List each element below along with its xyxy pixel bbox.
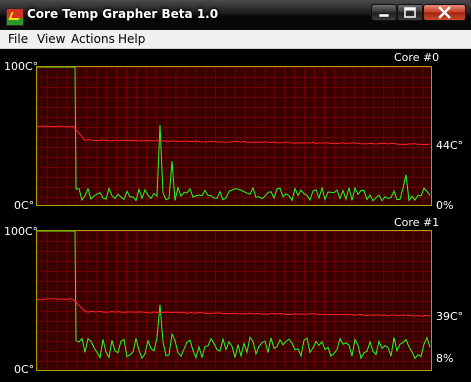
minimize-icon xyxy=(378,13,390,18)
core-1-temp-label: 39C° xyxy=(436,310,464,323)
load-series-line xyxy=(37,67,431,202)
title-bar[interactable]: Core Temp Grapher Beta 1.0 xyxy=(0,0,471,31)
window-title: Core Temp Grapher Beta 1.0 xyxy=(27,7,219,21)
core-1-plot xyxy=(36,230,432,371)
maximize-icon xyxy=(404,7,416,18)
minimize-button[interactable] xyxy=(371,4,397,21)
app-icon[interactable] xyxy=(6,8,24,26)
core-0-plot-svg xyxy=(37,67,431,202)
core-0-ymax-label: 100C° xyxy=(4,60,39,73)
core-0-load-label: 0% xyxy=(436,199,454,212)
core-0-graph: Core #0 100C° 0C° 44C° 0% xyxy=(0,49,471,214)
load-series-line xyxy=(37,231,431,360)
menu-help[interactable]: Help xyxy=(118,32,145,46)
core-0-plot xyxy=(36,66,432,206)
core-1-graph: Core #1 100C° 0C° 39C° 8% xyxy=(0,215,471,382)
core-1-load-label: 8% xyxy=(436,352,454,365)
close-icon xyxy=(438,6,451,19)
core-1-plot-svg xyxy=(37,231,431,360)
menu-file[interactable]: File xyxy=(8,32,28,46)
core-1-ymax-label: 100C° xyxy=(4,225,39,238)
menu-view[interactable]: View xyxy=(37,32,65,46)
core-0-title: Core #0 xyxy=(394,51,440,64)
core-1-title: Core #1 xyxy=(394,216,440,229)
core-1-ymin-label: 0C° xyxy=(14,363,35,376)
maximize-button[interactable] xyxy=(397,4,423,21)
core-0-ymin-label: 0C° xyxy=(14,199,35,212)
temperature-series-line xyxy=(37,298,431,317)
close-button[interactable] xyxy=(423,4,466,21)
app-window: Core Temp Grapher Beta 1.0 File View Act… xyxy=(0,0,471,382)
temperature-series-line xyxy=(37,125,431,146)
core-0-temp-label: 44C° xyxy=(436,139,464,152)
menu-actions[interactable]: Actions xyxy=(71,32,115,46)
menu-bar: File View Actions Help xyxy=(0,30,471,49)
